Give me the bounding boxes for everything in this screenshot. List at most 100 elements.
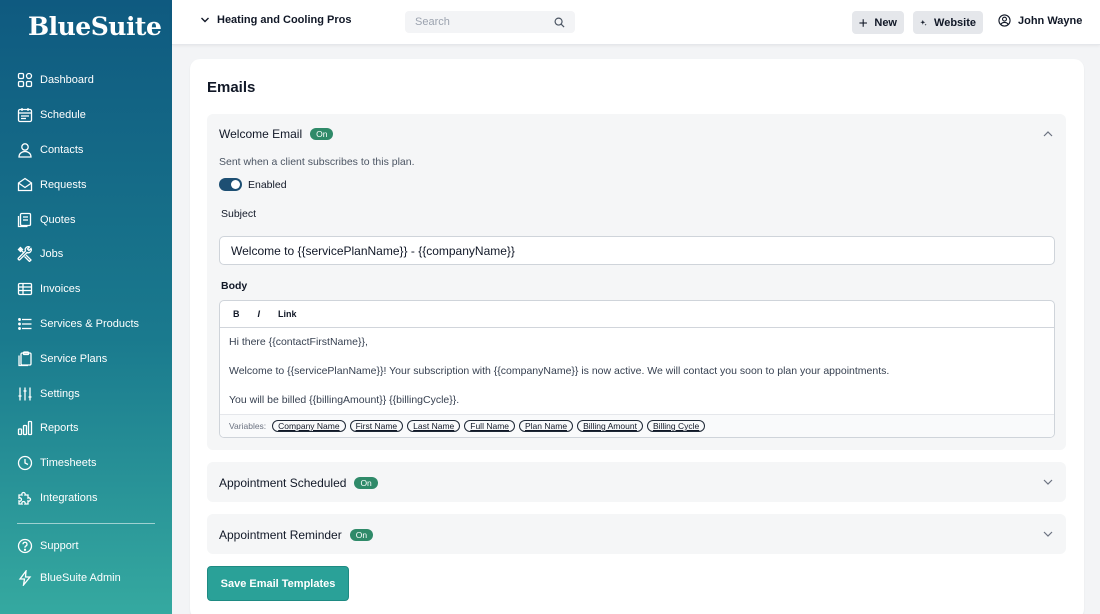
chevron-down-icon[interactable] (1042, 476, 1054, 488)
sidebar-item-quotes[interactable]: Quotes (0, 202, 172, 237)
sidebar-bottom-nav: Support BlueSuite Admin (0, 530, 172, 594)
body-line: Hi there {{contactFirstName}}, (229, 336, 368, 348)
chevron-down-icon[interactable] (1042, 528, 1054, 540)
sidebar-item-service-plans[interactable]: Service Plans (0, 341, 172, 376)
body-textarea[interactable]: Hi there {{contactFirstName}}, Welcome t… (220, 328, 1054, 414)
appointment-reminder-title: Appointment Reminder (219, 528, 342, 542)
sidebar-item-schedule[interactable]: Schedule (0, 98, 172, 133)
body-line: Welcome to {{servicePlanName}}! Your sub… (229, 365, 890, 377)
new-button-label: New (874, 16, 897, 29)
plus-icon (859, 18, 867, 27)
welcome-email-header[interactable]: Welcome Email On (219, 127, 334, 141)
new-button[interactable]: New (852, 11, 904, 34)
variable-chip-billing-cycle[interactable]: Billing Cycle (646, 420, 706, 432)
appointment-scheduled-title: Appointment Scheduled (219, 476, 347, 490)
sidebar-item-admin[interactable]: BlueSuite Admin (0, 562, 172, 594)
search-icon[interactable] (554, 17, 565, 28)
sidebar-item-settings[interactable]: Settings (0, 376, 172, 411)
enabled-toggle-row: Enabled (219, 178, 287, 191)
sidebar-item-label: Contacts (40, 143, 84, 156)
sidebar-item-label: Schedule (40, 109, 86, 122)
status-badge: On (349, 529, 374, 541)
variable-chip-first-name[interactable]: First Name (349, 420, 404, 432)
sidebar-item-label: Invoices (40, 283, 81, 296)
brand-logo[interactable]: BlueSuite (28, 12, 162, 41)
invoice-icon (17, 283, 33, 296)
variable-chip-last-name[interactable]: Last Name (407, 420, 461, 432)
sidebar-item-contacts[interactable]: Contacts (0, 133, 172, 168)
sidebar-item-label: BlueSuite Admin (40, 572, 121, 584)
sidebar-item-reports[interactable]: Reports (0, 411, 172, 446)
sidebar-item-label: Integrations (40, 491, 98, 504)
clipboard-icon (18, 351, 32, 366)
company-selector[interactable]: Heating and Cooling Pros (200, 14, 351, 26)
italic-button[interactable]: I (258, 309, 261, 319)
sidebar-item-invoices[interactable]: Invoices (0, 272, 172, 307)
link-button[interactable]: Link (278, 309, 297, 319)
enabled-toggle[interactable] (219, 178, 242, 191)
dashboard-icon (17, 73, 33, 88)
appointment-reminder-panel[interactable]: Appointment Reminder On (207, 514, 1066, 554)
sidebar-item-support[interactable]: Support (0, 530, 172, 562)
sidebar-item-label: Requests (40, 178, 87, 191)
website-button-label: Website (934, 16, 976, 29)
sidebar-item-label: Service Plans (40, 352, 108, 365)
subject-input[interactable] (219, 236, 1055, 265)
sidebar-divider (17, 523, 155, 524)
top-bar: Heating and Cooling Pros New Website Joh… (172, 0, 1100, 45)
variables-label: Variables: (229, 421, 267, 431)
search-input[interactable] (415, 16, 545, 28)
calendar-icon (17, 108, 33, 123)
sidebar-item-requests[interactable]: Requests (0, 167, 172, 202)
welcome-email-title: Welcome Email (219, 127, 303, 141)
sidebar-item-timesheets[interactable]: Timesheets (0, 446, 172, 481)
body-label: Body (221, 280, 248, 292)
user-menu[interactable]: John Wayne (998, 14, 1082, 27)
sparkles-icon (920, 19, 927, 26)
user-icon (18, 143, 32, 158)
sidebar-item-label: Timesheets (40, 457, 97, 470)
company-name: Heating and Cooling Pros (217, 14, 352, 26)
sidebar-item-jobs[interactable]: Jobs (0, 237, 172, 272)
search-box (405, 11, 575, 33)
quote-icon (17, 212, 32, 227)
appointment-reminder-header: Appointment Reminder On (219, 528, 374, 542)
sidebar-nav: Dashboard Schedule Contacts Requests Quo… (0, 63, 172, 515)
enabled-label: Enabled (248, 178, 287, 191)
variable-chip-plan-name[interactable]: Plan Name (519, 420, 574, 432)
sidebar: BlueSuite Dashboard Schedule Contacts Re… (0, 0, 172, 614)
appointment-scheduled-header: Appointment Scheduled On (219, 476, 378, 490)
bold-button[interactable]: B (233, 309, 240, 319)
welcome-email-panel: Welcome Email On Sent when a client subs… (207, 114, 1066, 450)
sidebar-item-integrations[interactable]: Integrations (0, 481, 172, 516)
sidebar-item-label: Services & Products (40, 317, 140, 330)
sidebar-item-dashboard[interactable]: Dashboard (0, 63, 172, 98)
variable-chip-full-name[interactable]: Full Name (464, 420, 515, 432)
website-button[interactable]: Website (913, 11, 983, 34)
sidebar-item-label: Support (40, 540, 79, 552)
inbox-icon (17, 177, 33, 191)
bolt-icon (18, 570, 32, 586)
body-line: You will be billed {{billingAmount}} {{b… (229, 394, 460, 406)
variables-bar: Variables: Company Name First Name Last … (220, 414, 1054, 437)
user-circle-icon (998, 14, 1011, 27)
sidebar-item-label: Dashboard (40, 74, 94, 87)
emails-card: Emails Welcome Email On Sent when a clie… (190, 59, 1084, 614)
chevron-up-icon[interactable] (1042, 128, 1054, 140)
subject-label: Subject (221, 208, 257, 220)
bar-chart-icon (17, 421, 33, 436)
tools-icon (17, 246, 32, 263)
list-icon (18, 318, 32, 330)
clock-icon (17, 456, 33, 471)
sidebar-item-label: Jobs (40, 248, 64, 261)
sidebar-item-services-products[interactable]: Services & Products (0, 307, 172, 342)
variable-chip-billing-amount[interactable]: Billing Amount (577, 420, 643, 432)
sidebar-item-label: Reports (40, 422, 79, 435)
editor-toolbar: B I Link (220, 301, 1054, 328)
page-title: Emails (207, 79, 256, 96)
chevron-down-icon (201, 17, 209, 23)
status-badge: On (310, 128, 334, 140)
save-email-templates-button[interactable]: Save Email Templates (207, 566, 349, 601)
appointment-scheduled-panel[interactable]: Appointment Scheduled On (207, 462, 1066, 502)
variable-chip-company-name[interactable]: Company Name (272, 420, 346, 432)
